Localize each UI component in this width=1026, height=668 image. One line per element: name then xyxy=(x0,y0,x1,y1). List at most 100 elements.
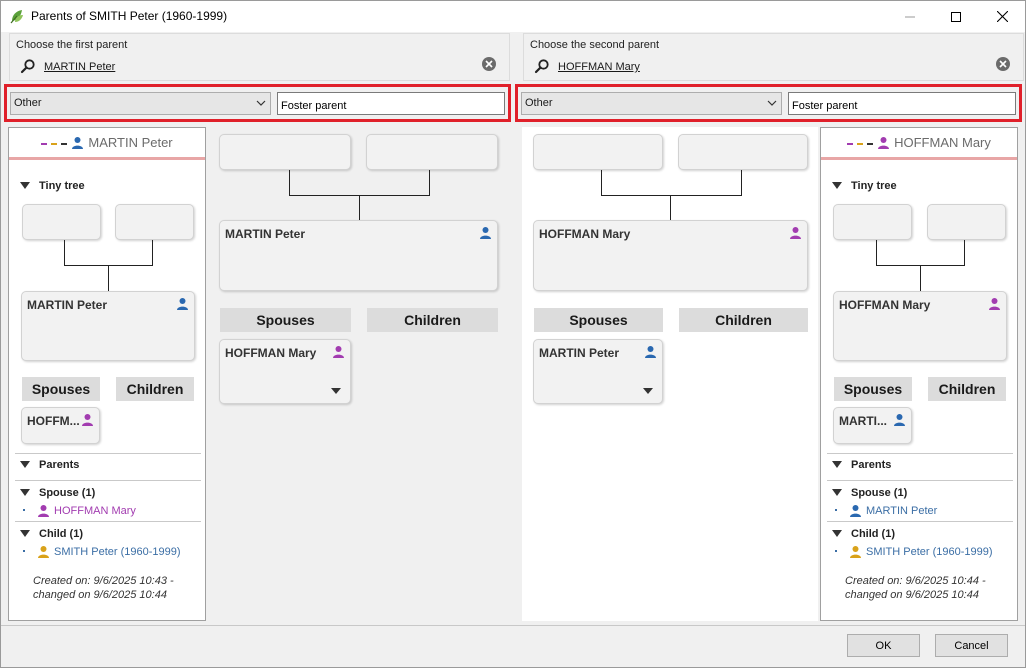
maximize-icon xyxy=(951,11,961,22)
first-parent-name-link[interactable]: MARTIN Peter xyxy=(44,61,115,73)
second-relation-type-select[interactable]: Other xyxy=(521,92,782,115)
children-tab[interactable]: Children xyxy=(928,377,1006,401)
children-tab[interactable]: Children xyxy=(116,377,194,401)
second-relation-label-input[interactable] xyxy=(788,92,1016,115)
person-icon xyxy=(72,137,84,149)
bullet xyxy=(23,550,25,552)
collapse-triangle-icon xyxy=(20,182,30,189)
child-section[interactable]: Child (1) xyxy=(821,524,1017,546)
collapse-triangle-icon xyxy=(832,182,842,189)
spouse-card[interactable]: MARTI... xyxy=(833,407,912,444)
close-icon xyxy=(996,11,1008,22)
spouses-tab[interactable]: Spouses xyxy=(22,377,100,401)
mother-slot-card[interactable] xyxy=(115,204,194,240)
dialog-footer: OK Cancel xyxy=(1,625,1025,667)
parents-section[interactable]: Parents xyxy=(821,455,1017,477)
tree-connector xyxy=(359,195,360,220)
father-slot-card[interactable] xyxy=(219,134,351,170)
person-icon xyxy=(480,227,491,239)
color-marks-icon xyxy=(847,142,874,145)
collapse-triangle-icon xyxy=(832,489,842,496)
tree-connector xyxy=(964,240,965,265)
spouses-tab[interactable]: Spouses xyxy=(220,308,351,332)
first-parent-chooser: Choose the first parent MARTIN Peter xyxy=(9,33,510,81)
divider xyxy=(827,480,1013,481)
spouse-section[interactable]: Spouse (1) xyxy=(9,483,205,505)
child-link[interactable]: SMITH Peter (1960-1999) xyxy=(54,546,181,558)
tiny-tree-section[interactable]: Tiny tree xyxy=(821,176,1017,198)
collapse-triangle-icon xyxy=(20,461,30,468)
person-icon xyxy=(38,505,49,517)
parents-dialog: Parents of SMITH Peter (1960-1999) Choos… xyxy=(0,0,1026,668)
chevron-down-icon xyxy=(256,100,266,106)
divider xyxy=(827,521,1013,522)
maximize-button[interactable] xyxy=(933,1,979,32)
title-bar: Parents of SMITH Peter (1960-1999) xyxy=(1,1,1025,32)
child-section-label: Child (1) xyxy=(851,528,895,540)
cancel-button[interactable]: Cancel xyxy=(935,634,1008,657)
person-icon xyxy=(38,546,49,558)
divider xyxy=(15,480,201,481)
spouse-card[interactable]: MARTIN Peter xyxy=(533,339,663,404)
child-section-label: Child (1) xyxy=(39,528,83,540)
person-card[interactable]: MARTIN Peter xyxy=(219,220,498,291)
second-parent-name-link[interactable]: HOFFMAN Mary xyxy=(558,61,640,73)
person-icon xyxy=(333,346,344,358)
clear-circle-icon[interactable] xyxy=(995,56,1011,72)
spouse-card[interactable]: HOFFM... xyxy=(21,407,100,444)
father-slot-card[interactable] xyxy=(22,204,101,240)
parents-section[interactable]: Parents xyxy=(9,455,205,477)
tree-connector xyxy=(741,170,742,195)
tree-connector xyxy=(876,240,877,265)
person-icon xyxy=(850,546,861,558)
chevron-down-icon xyxy=(767,100,777,106)
mother-slot-card[interactable] xyxy=(678,134,808,170)
person-icon xyxy=(878,137,890,149)
father-slot-card[interactable] xyxy=(833,204,912,240)
person-card[interactable]: MARTIN Peter xyxy=(21,291,195,361)
child-link[interactable]: SMITH Peter (1960-1999) xyxy=(866,546,993,558)
mother-slot-card[interactable] xyxy=(927,204,1006,240)
spouse-section-label: Spouse (1) xyxy=(39,487,96,499)
tree-connector xyxy=(429,170,430,195)
spouse-section[interactable]: Spouse (1) xyxy=(821,483,1017,505)
search-icon[interactable] xyxy=(534,58,550,74)
person-icon xyxy=(645,346,656,358)
search-icon[interactable] xyxy=(20,58,36,74)
bullet xyxy=(23,509,25,511)
collapse-triangle-icon xyxy=(20,489,30,496)
spouses-tab[interactable]: Spouses xyxy=(834,377,912,401)
second-parent-info-panel: HOFFMAN Mary Tiny tree HOFFMAN Mary Spou… xyxy=(820,127,1018,621)
minimize-icon xyxy=(905,16,915,17)
clear-circle-icon[interactable] xyxy=(481,56,497,72)
spouse-section-label: Spouse (1) xyxy=(851,487,908,499)
divider xyxy=(15,521,201,522)
minimize-button[interactable] xyxy=(887,1,933,32)
tiny-tree-section[interactable]: Tiny tree xyxy=(9,176,205,198)
record-timestamps: Created on: 9/6/2025 10:44 - changed on … xyxy=(845,575,986,601)
close-button[interactable] xyxy=(979,1,1025,32)
first-relation-type-select[interactable]: Other xyxy=(10,92,271,115)
spouse-link[interactable]: MARTIN Peter xyxy=(866,505,937,517)
dropdown-triangle-icon[interactable] xyxy=(331,388,341,394)
child-section[interactable]: Child (1) xyxy=(9,524,205,546)
person-card[interactable]: HOFFMAN Mary xyxy=(833,291,1007,361)
spouse-card[interactable]: HOFFMAN Mary xyxy=(219,339,351,404)
person-icon xyxy=(790,227,801,239)
tree-connector xyxy=(108,265,109,291)
parents-label: Parents xyxy=(851,459,892,471)
ok-button[interactable]: OK xyxy=(847,634,920,657)
tree-connector xyxy=(670,195,671,220)
first-parent-chooser-label: Choose the first parent xyxy=(16,39,128,51)
mother-slot-card[interactable] xyxy=(366,134,498,170)
spouse-link[interactable]: HOFFMAN Mary xyxy=(54,505,136,517)
children-tab[interactable]: Children xyxy=(679,308,808,332)
first-relation-type-value: Other xyxy=(14,97,42,109)
dropdown-triangle-icon[interactable] xyxy=(643,388,653,394)
spouse-card-name: MARTI... xyxy=(839,414,887,428)
father-slot-card[interactable] xyxy=(533,134,663,170)
person-card[interactable]: HOFFMAN Mary xyxy=(533,220,808,291)
first-relation-label-input[interactable] xyxy=(277,92,505,115)
spouses-tab[interactable]: Spouses xyxy=(534,308,663,332)
children-tab[interactable]: Children xyxy=(367,308,498,332)
